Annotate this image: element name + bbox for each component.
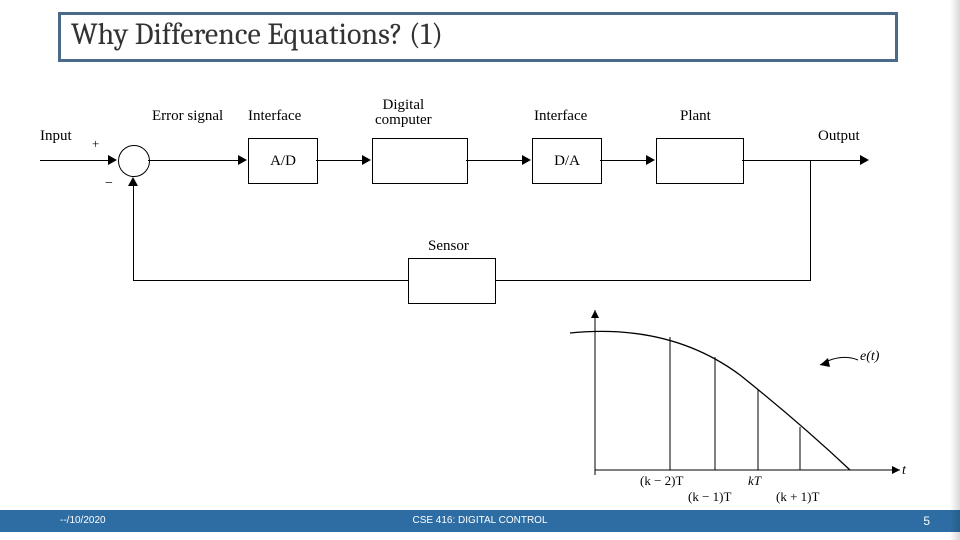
da-box: D/A [532, 138, 602, 184]
footer-course: CSE 416: DIGITAL CONTROL [0, 510, 960, 532]
interface2-label: Interface [534, 108, 587, 125]
wire [600, 160, 648, 161]
wire [466, 160, 524, 161]
sensor-box [408, 258, 496, 304]
minus-sign: − [105, 176, 113, 192]
sensor-label: Sensor [428, 238, 469, 255]
footer-page: 5 [923, 510, 930, 532]
wire [810, 160, 811, 280]
slide-title-box: Why Difference Equations? (1) [58, 12, 898, 62]
wire [495, 280, 811, 281]
x-axis-label: t [902, 463, 906, 479]
output-label: Output [818, 128, 860, 145]
plot-svg [540, 305, 920, 505]
wire [40, 160, 110, 161]
arrow-icon [238, 155, 247, 165]
tick-k-plus-1: (k + 1)T [776, 489, 819, 505]
footer-bar: --/10/2020 CSE 416: DIGITAL CONTROL 5 [0, 510, 960, 532]
computer-box [372, 138, 468, 184]
arrow-icon [860, 155, 869, 165]
wire [133, 185, 134, 281]
wire [148, 160, 240, 161]
input-label: Input [40, 128, 72, 145]
error-signal-label: Error signal [152, 108, 223, 125]
arrow-icon [108, 155, 117, 165]
arrow-icon [522, 155, 531, 165]
sampled-signal-plot: e(t) t (k − 2)T kT (k − 1)T (k + 1)T [540, 305, 920, 505]
interface1-label: Interface [248, 108, 301, 125]
arrow-icon [362, 155, 371, 165]
arrow-icon [646, 155, 655, 165]
wire [316, 160, 364, 161]
plant-box [656, 138, 744, 184]
computer-label: Digital computer [375, 98, 432, 128]
tick-k: kT [748, 473, 761, 489]
tick-k-minus-2: (k − 2)T [640, 473, 683, 489]
plus-sign: + [92, 136, 99, 152]
plant-label: Plant [680, 108, 711, 125]
slide-title: Why Difference Equations? (1) [71, 17, 885, 52]
right-shadow [950, 0, 960, 540]
ad-box: A/D [248, 138, 318, 184]
summing-junction [118, 145, 150, 177]
curve-label: e(t) [860, 349, 879, 365]
arrow-icon [128, 177, 138, 186]
wire [133, 280, 408, 281]
tick-k-minus-1: (k − 1)T [688, 489, 731, 505]
wire [742, 160, 862, 161]
block-diagram: Input + − Error signal Interface A/D Dig… [40, 90, 920, 310]
